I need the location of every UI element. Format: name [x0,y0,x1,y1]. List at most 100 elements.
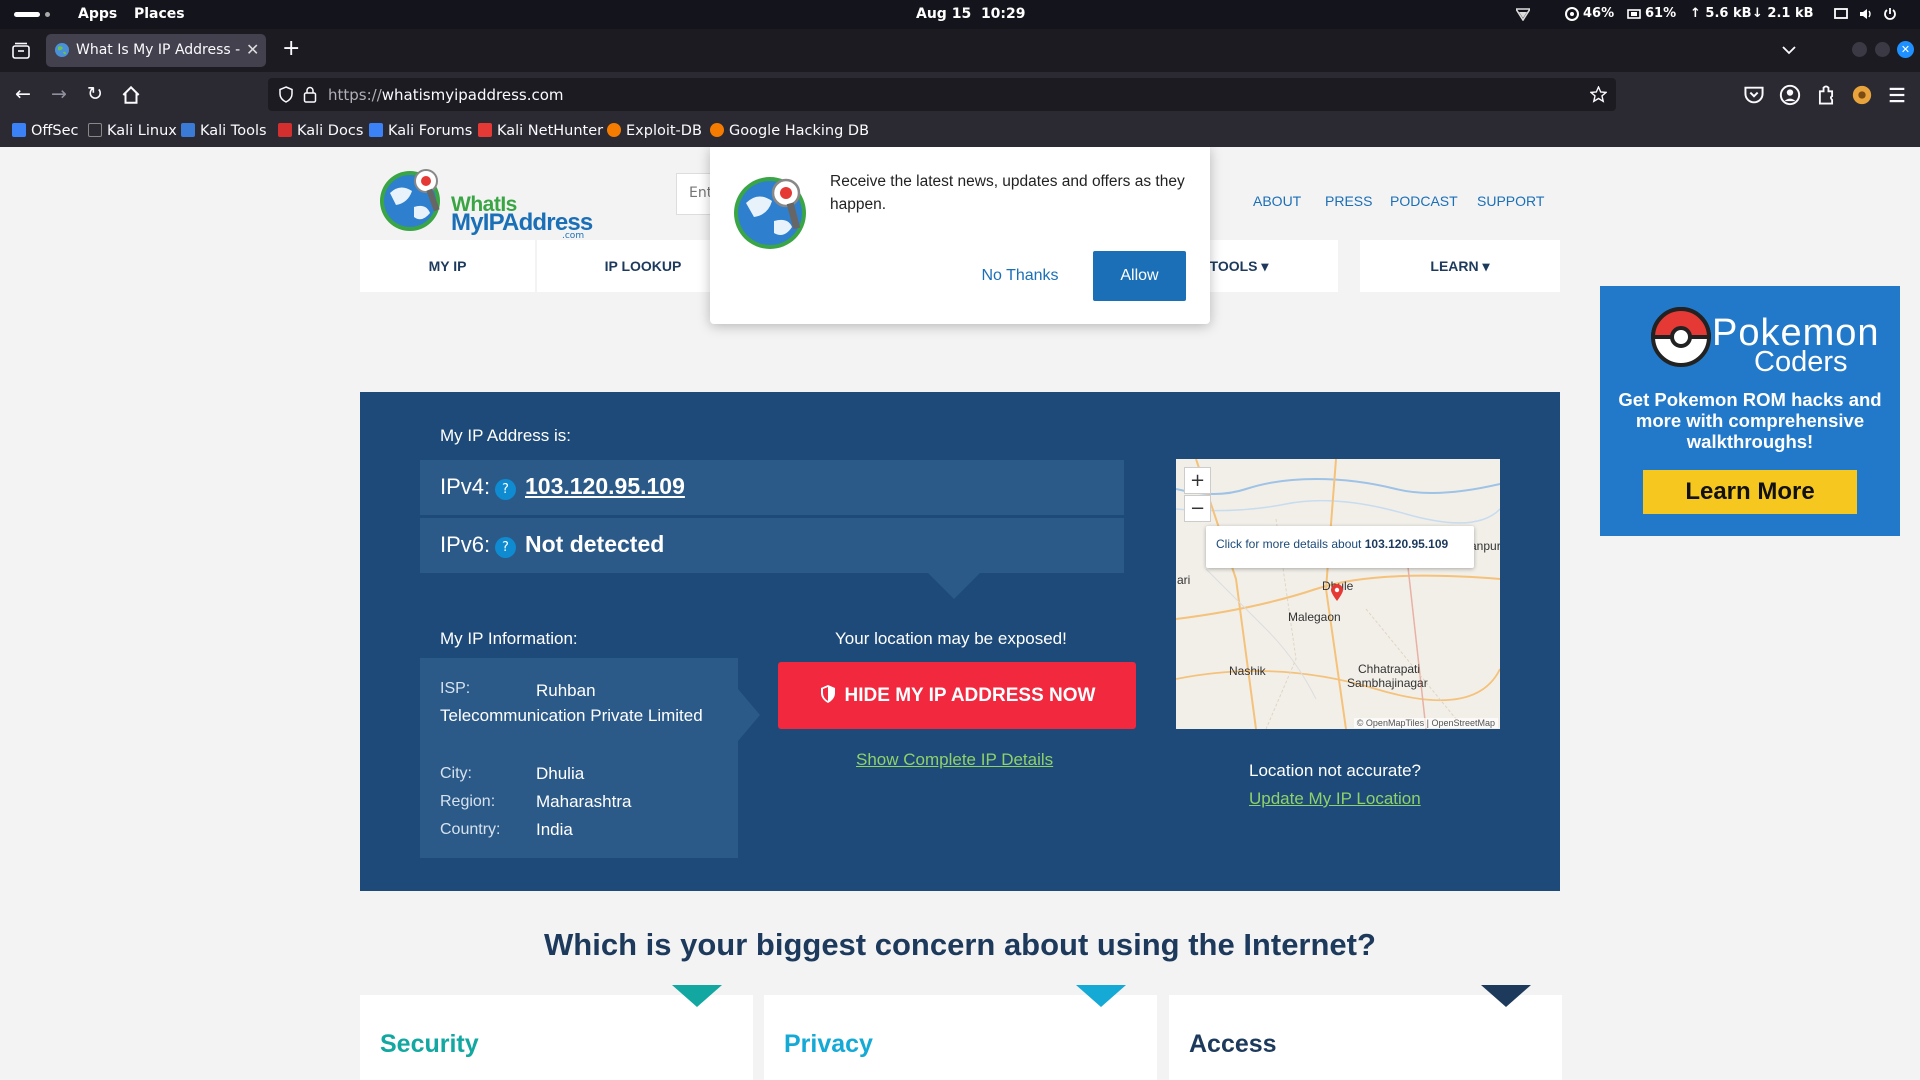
desktop-top-panel: Apps Places Aug 15 10:29 46% 61% ↑ 5.6 k… [0,0,1920,29]
minimize-window-button[interactable] [1852,42,1867,57]
shield-icon [820,685,835,703]
memory-usage: 61% [1645,6,1677,21]
kali-forums-icon [369,123,383,137]
new-tab-button[interactable]: + [282,36,300,61]
bookmark-kali-tools[interactable]: Kali Tools [181,123,267,139]
workspace-dot-icon[interactable] [45,12,50,17]
map-marker-icon[interactable] [1330,583,1344,602]
support-link[interactable]: SUPPORT [1477,193,1544,209]
bookmark-kali-linux[interactable]: Kali Linux [88,123,177,139]
ipv4-row: IPv4: ? 103.120.95.109 [420,460,1124,515]
url-bar[interactable]: https://whatismyipaddress.com [268,78,1616,111]
ghdb-icon [710,123,724,137]
display-icon[interactable] [1834,7,1848,21]
map-popup-ip: 103.120.95.109 [1364,537,1449,551]
cpu-usage: 46% [1583,6,1615,21]
lock-icon[interactable] [303,86,317,103]
nav-my-ip[interactable]: MY IP [360,240,535,292]
tab-whatismyipaddress[interactable]: What Is My IP Address - S ✕ [46,34,266,67]
ad-text: Get Pokemon ROM hacks and more with comp… [1618,389,1882,452]
show-complete-ip-details-link[interactable]: Show Complete IP Details [856,750,1053,770]
privacy-card[interactable]: Privacy [764,985,1157,1080]
kali-dragon-icon [88,123,102,137]
bookmark-google-hacking-db[interactable]: Google Hacking DB [710,123,869,139]
map-label-sambhajinagar: Sambhajinagar [1347,676,1428,690]
ipv6-help-icon[interactable]: ? [495,537,516,558]
account-icon[interactable] [1779,84,1801,106]
security-card-title: Security [380,1030,479,1058]
hide-my-ip-button[interactable]: HIDE MY IP ADDRESS NOW [778,662,1136,729]
ad-learn-more-button[interactable]: Learn More [1643,470,1857,514]
location-not-accurate-text: Location not accurate? [1249,761,1422,780]
access-card[interactable]: Access [1169,985,1562,1080]
maximize-window-button[interactable] [1875,42,1890,57]
bookmarks-toolbar: OffSec Kali Linux Kali Tools Kali Docs K… [0,117,1920,147]
update-ip-location-link[interactable]: Update My IP Location [1249,789,1421,809]
bookmark-label: Kali NetHunter [497,123,604,139]
hamburger-menu-icon[interactable] [1886,84,1908,106]
bookmark-label: Kali Forums [388,123,473,139]
clock[interactable]: Aug 15 10:29 [916,6,1026,22]
list-tabs-chevron-icon[interactable] [1781,45,1797,55]
bookmark-label: Google Hacking DB [729,123,870,139]
map-zoom-in-button[interactable]: + [1184,467,1211,494]
security-card[interactable]: Security [360,985,753,1080]
bookmark-exploit-db[interactable]: Exploit-DB [607,123,702,139]
pocket-icon[interactable] [1743,84,1765,106]
url-host: whatismyipaddress.com [381,86,564,104]
bookmark-kali-nethunter[interactable]: Kali NetHunter [478,123,603,139]
workspace-indicator-icon[interactable] [14,12,40,17]
nethunter-icon [478,123,492,137]
ip-info-box: ISP: Ruhban Telecommunication Private Li… [420,658,738,858]
allow-button[interactable]: Allow [1093,251,1186,301]
volume-icon[interactable] [1859,7,1873,21]
bookmark-offsec[interactable]: OffSec [12,123,79,139]
my-ip-heading: My IP Address is: [440,426,572,445]
location-map[interactable]: + − anpur ari Dhule Malegaon Nashik Chha… [1176,459,1500,729]
ipv4-help-icon[interactable]: ? [495,479,516,500]
map-attribution[interactable]: © OpenMapTiles | OpenStreetMap [1353,718,1498,728]
map-zoom-out-button[interactable]: − [1184,495,1211,522]
map-label-malegaon: Malegaon [1288,610,1341,624]
bookmark-kali-docs[interactable]: Kali Docs [278,123,363,139]
reload-button[interactable]: ↻ [84,83,106,105]
location-exposed-text: Your location may be exposed! [835,629,1067,648]
tracking-shield-icon[interactable] [278,86,294,103]
close-window-button[interactable]: ✕ [1897,41,1914,58]
nav-learn[interactable]: LEARN ▾ [1360,240,1560,292]
apps-menu[interactable]: Apps [78,6,117,22]
bookmark-star-icon[interactable] [1590,86,1607,103]
bookmark-kali-forums[interactable]: Kali Forums [369,123,472,139]
ad-brand-coders: Coders [1754,346,1848,378]
ipv6-value: Not detected [525,531,665,557]
globe-logo-icon [380,169,440,231]
about-link[interactable]: ABOUT [1253,193,1301,209]
forward-button[interactable]: → [48,83,70,105]
pokemon-coders-ad[interactable]: Pokemon Coders Get Pokemon ROM hacks and… [1600,286,1900,536]
site-logo[interactable]: WhatIs MyIPAddress .com [376,163,593,241]
pokeball-icon [1650,307,1712,367]
network-icon[interactable] [1516,7,1530,21]
tab-overview-icon[interactable] [12,42,30,59]
map-popup[interactable]: Click for more details about 103.120.95.… [1206,526,1474,568]
upload-speed: ↑ 5.6 kB [1690,6,1752,21]
extensions-icon[interactable] [1815,84,1837,106]
no-thanks-button[interactable]: No Thanks [956,251,1084,301]
close-tab-icon[interactable]: ✕ [246,40,259,59]
places-menu[interactable]: Places [134,6,185,22]
ipv4-value[interactable]: 103.120.95.109 [525,473,685,500]
podcast-link[interactable]: PODCAST [1390,193,1458,209]
country-value: India [536,820,573,839]
ipv4-label: IPv4: [440,474,491,499]
power-icon[interactable] [1883,7,1897,21]
region-label: Region: [440,793,496,810]
extension-badge-icon[interactable] [1851,84,1873,106]
back-button[interactable]: ← [12,83,34,105]
press-link[interactable]: PRESS [1325,193,1372,209]
ipv6-label: IPv6: [440,532,491,557]
tab-bar: What Is My IP Address - S ✕ + ✕ [0,29,1920,72]
privacy-card-title: Privacy [784,1030,873,1058]
memory-icon [1627,9,1641,19]
map-label-anpur: anpur [1470,539,1500,553]
home-icon[interactable] [120,84,142,106]
